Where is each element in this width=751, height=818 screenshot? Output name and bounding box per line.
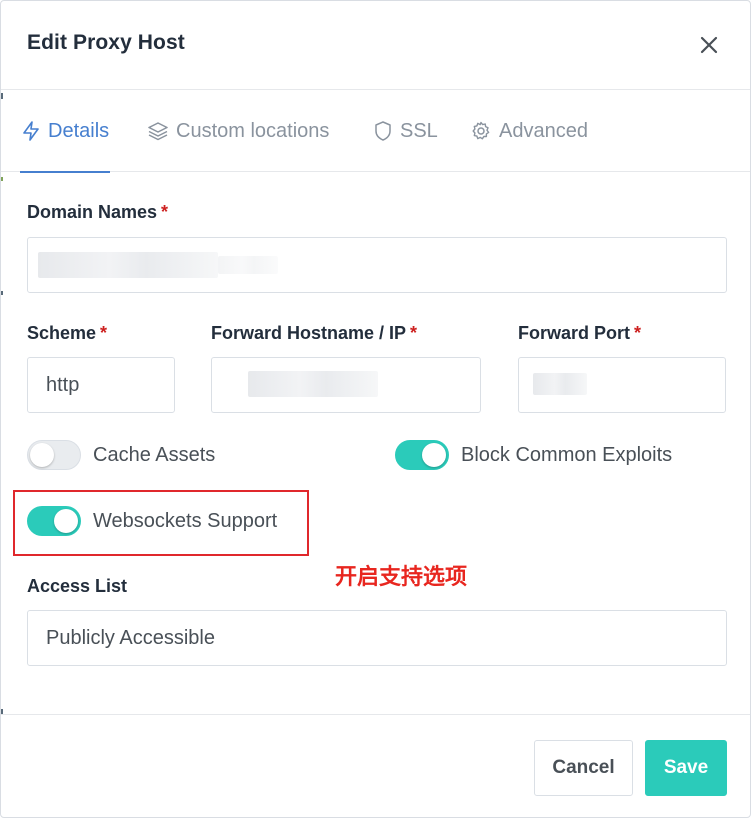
tab-label: Details — [48, 119, 110, 142]
toggle-switch[interactable] — [27, 440, 81, 470]
tab-label: Advanced — [499, 119, 588, 142]
block-common-exploits-label: Block Common Exploits — [461, 443, 673, 466]
bolt-icon — [23, 121, 39, 141]
edit-proxy-host-dialog: Edit Proxy Host Details Custom locations — [0, 0, 751, 818]
close-icon — [700, 36, 718, 54]
toggle-knob — [422, 443, 446, 467]
tab-ssl[interactable]: SSL — [373, 90, 438, 172]
forward-hostname-input[interactable] — [211, 357, 481, 413]
scheme-label: Scheme * — [27, 323, 108, 343]
forward-hostname-label: Forward Hostname / IP * — [211, 323, 418, 343]
block-common-exploits-toggle[interactable]: Block Common Exploits — [395, 440, 672, 470]
edge-marker — [1, 177, 3, 181]
shield-icon — [375, 121, 391, 141]
toggle-knob — [30, 443, 54, 467]
redacted-value — [248, 371, 378, 397]
required-marker: * — [410, 323, 418, 343]
tab-label: SSL — [400, 119, 438, 142]
redacted-value — [533, 373, 587, 395]
domain-names-label: Domain Names * — [27, 202, 169, 222]
annotation-highlight-box — [13, 490, 309, 556]
edge-marker — [1, 291, 3, 295]
layers-icon — [148, 122, 168, 141]
redacted-value — [38, 252, 218, 278]
cache-assets-toggle[interactable]: Cache Assets — [27, 440, 215, 470]
cancel-button[interactable]: Cancel — [534, 740, 633, 796]
close-button[interactable] — [695, 31, 723, 59]
required-marker: * — [100, 323, 108, 343]
dialog-header: Edit Proxy Host — [1, 1, 750, 90]
forward-port-label: Forward Port * — [518, 323, 642, 343]
annotation-text: 开启支持选项 — [335, 565, 468, 590]
tab-advanced[interactable]: Advanced — [470, 90, 588, 172]
access-list-select[interactable]: Publicly Accessible — [27, 610, 727, 666]
access-list-label: Access List — [27, 576, 128, 596]
toggle-switch[interactable] — [395, 440, 449, 470]
cache-assets-label: Cache Assets — [93, 443, 216, 466]
redacted-value — [218, 256, 278, 274]
save-button[interactable]: Save — [645, 740, 727, 796]
gear-icon — [472, 121, 490, 140]
tab-label: Custom locations — [176, 119, 330, 142]
scheme-value: http — [46, 373, 80, 396]
scheme-input[interactable]: http — [27, 357, 175, 413]
dialog-title: Edit Proxy Host — [27, 31, 185, 54]
required-marker: * — [161, 202, 169, 222]
required-marker: * — [634, 323, 642, 343]
access-list-value: Publicly Accessible — [46, 626, 215, 649]
tab-details[interactable]: Details — [19, 90, 111, 173]
tab-bar: Details Custom locations SSL Advanced — [1, 90, 750, 173]
tab-custom-locations[interactable]: Custom locations — [147, 90, 329, 172]
dialog-footer: Cancel Save — [1, 714, 750, 817]
domain-names-input[interactable] — [27, 237, 727, 293]
forward-port-input[interactable] — [518, 357, 726, 413]
